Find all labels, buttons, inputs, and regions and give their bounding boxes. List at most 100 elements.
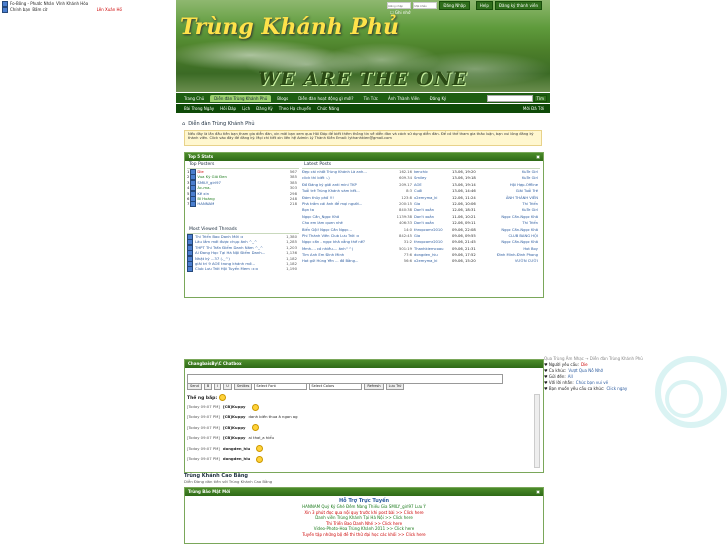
viewed-row[interactable]: Club Lưu Trời Hội Tuyển Mem :x:x 1,190	[187, 266, 299, 272]
italic-button[interactable]: I	[214, 383, 222, 390]
chat-user[interactable]: [CB]Kuppy	[223, 423, 246, 433]
poster-username[interactable]: Ác-ma-	[197, 185, 210, 190]
search-button[interactable]: Tìm	[533, 94, 547, 102]
chat-text: danh biến thua ả ngon ag	[248, 414, 298, 420]
poster-name: 7 HANNAM	[187, 201, 214, 207]
color-select[interactable]: Select Colors	[309, 383, 363, 390]
smiley-icon	[218, 394, 226, 401]
home-icon[interactable]: ⌂	[182, 121, 185, 127]
widget-value[interactable]: Chúc bạn vui vẻ	[576, 380, 608, 385]
chat-scrollbar[interactable]	[534, 394, 540, 468]
tab-register[interactable]: Đăng Ký	[426, 95, 451, 102]
poster-username[interactable]: SMILY_girl97	[197, 180, 221, 185]
chat-user[interactable]: [CB]Kuppy	[223, 412, 246, 422]
poster-username[interactable]: Die	[197, 169, 203, 174]
chat-message: [Today 09:07 PM] [CB]Kuppy	[187, 423, 537, 433]
poster-username[interactable]: Bí Hoàng	[197, 196, 214, 201]
chat-time: [Today 09:07 PM]	[187, 424, 220, 430]
viewed-thread-title[interactable]: Lâu lắm mới được chụp ảnh ^_^	[195, 239, 257, 244]
tab-home[interactable]: Trang Chủ	[180, 95, 208, 102]
send-button[interactable]: Send	[187, 383, 202, 390]
poster-username[interactable]: Kê xin	[197, 191, 209, 196]
chat-message: [Today 09:07 PM] [CB]Kuppy ai thơi_a hiểu	[187, 433, 537, 443]
refresh-button[interactable]: Refresh	[364, 383, 384, 390]
smiley-icon	[251, 403, 259, 411]
chat-user[interactable]: dongden_hiu	[223, 444, 250, 454]
register-button[interactable]: Đăng ký thành viên	[494, 1, 542, 10]
status-line1-right: Vĩnh Khánh Hòa	[56, 1, 89, 6]
help-button[interactable]: Help	[475, 1, 493, 10]
subnav-register[interactable]: Đăng Ký	[256, 106, 273, 111]
latest-post-title[interactable]: Hot gửi Hùng Yên ... đồ Bằng...	[302, 258, 388, 264]
latest-post-user[interactable]: x2emyma_ki	[414, 258, 452, 264]
widget-value[interactable]: All	[568, 374, 573, 379]
tab-member-photos[interactable]: Ảnh Thành Viên	[384, 95, 424, 102]
widget-value[interactable]: Click ngay	[607, 386, 628, 391]
chat-message: [Today 09:07 PM] [CB]Kuppy danh biến thua …	[187, 412, 537, 422]
tab-news[interactable]: Tin Tức	[360, 95, 382, 102]
chat-time: [Today 09:07 PM]	[187, 404, 220, 409]
subnav-faq[interactable]: Hỏi Đáp	[220, 106, 236, 111]
remember-me[interactable]: ☐ Ghi nhớ	[390, 10, 410, 15]
history-button[interactable]: Lưu Trữ	[385, 383, 405, 390]
nav-search: Tìm	[486, 94, 550, 102]
folder-icon	[2, 7, 8, 13]
panel-header: Top 5 Stats ▣	[185, 153, 543, 161]
widget-value[interactable]: Vượt Qua Nỗ Nhớ	[568, 368, 603, 373]
latest-post-row[interactable]: Hot gửi Hùng Yên ... đồ Bằng... 56:6 x2emy…	[302, 258, 540, 264]
latest-posts-header: Latest Posts	[302, 161, 540, 169]
chat-user[interactable]: dongden_hiu	[223, 454, 250, 464]
bold-button[interactable]: B	[203, 383, 213, 390]
latest-post-forum[interactable]: VƯỜN CƯỜI	[480, 258, 538, 264]
poster-rank: 6	[187, 195, 190, 201]
chatbox-header: ChangbaisBy\C Chatbox	[185, 360, 543, 368]
site-title[interactable]: Trùng Khánh Phủ	[180, 14, 399, 40]
subnav-new-posts[interactable]: Mới Đã Tới	[523, 106, 550, 111]
widget-value[interactable]: Die	[581, 362, 588, 367]
subnav-calendar[interactable]: Lịch	[242, 106, 250, 111]
breadcrumb-link[interactable]: Diễn đàn Trùng Khánh Phủ	[188, 121, 254, 127]
chat-user[interactable]: [CB]Kuppy	[223, 433, 246, 443]
notice-text: Nếu đây là lần đầu tiên bạn tham gia diễ…	[188, 132, 534, 141]
support-link[interactable]: Tuyển tập những bộ đề thi thử đại học cá…	[185, 532, 543, 538]
status-line2-mid: Bấm cờ	[32, 7, 48, 12]
status-line2-left: Chính bạn	[10, 7, 31, 12]
smilies-button[interactable]: Smilies	[233, 383, 253, 390]
status-box: Fo-Bông - Phước Nhân Vĩnh Khánh Hòa Chín…	[2, 1, 122, 13]
viewed-thread-title[interactable]: THPT Thi Trấn Điểm Danh Năm ^_^	[195, 245, 263, 250]
chat-message: [Today 09:07 PM] dongden_hiu	[187, 454, 537, 464]
poster-rank: 3	[187, 179, 190, 185]
subnav-tools[interactable]: Chức Năng	[317, 106, 339, 111]
site-slogan: WE ARE THE ONE	[258, 68, 468, 90]
collapse-icon[interactable]: ▣	[536, 154, 540, 160]
viewed-thread-title[interactable]: Club Lưu Trời Hội Tuyển Mem :x:x	[195, 266, 258, 271]
chat-user[interactable]: [CB]Kuppy	[223, 402, 246, 412]
viewed-thread-title[interactable]: Ai Đang Học Tại Hà Nội Điểm Danh...	[195, 250, 265, 255]
viewed-thread-title[interactable]: Nhật ký ...37 (-_^)	[195, 256, 230, 261]
subnav-today[interactable]: Bài Trong Ngày	[184, 106, 214, 111]
chat-time: [Today 09:07 PM]	[187, 435, 220, 441]
subnav-forums[interactable]: Theo Hạ chuyển	[279, 106, 312, 111]
search-input[interactable]	[486, 94, 533, 102]
poster-username[interactable]: Vua Kỳ Gió Đen	[197, 174, 226, 179]
font-select[interactable]: Select Font	[254, 383, 308, 390]
underline-button[interactable]: U	[223, 383, 232, 390]
viewed-count: 1,190	[286, 266, 297, 272]
tab-blogs[interactable]: Blogs	[273, 95, 292, 102]
poster-rank: 2	[187, 174, 190, 180]
login-button[interactable]: Đăng Nhập	[439, 1, 470, 10]
tab-forum[interactable]: Diễn đàn Trùng Khánh Phủ	[210, 94, 272, 102]
collapse-icon[interactable]: ▣	[536, 489, 540, 495]
poster-username[interactable]: HANNAM	[197, 201, 214, 206]
password-input[interactable]	[413, 2, 438, 9]
support-header: Trùng Bảo Mật Mới ▣	[185, 488, 543, 496]
chat-message: [Today 09:07 PM] [CB]Kuppy	[187, 402, 537, 412]
poster-row[interactable]: 7 HANNAM 218	[187, 201, 299, 207]
checkbox-icon[interactable]: ☐	[390, 10, 394, 15]
viewed-thread-title[interactable]: Thi Triển Bao Danh Mới :x	[195, 234, 243, 239]
tab-whats-new[interactable]: Diễn đàn hoạt động gì mới?	[294, 95, 357, 102]
viewed-thread-title[interactable]: giải trí 9 AOE trong khánh mở...	[195, 261, 255, 266]
username-input[interactable]	[387, 2, 412, 9]
chat-time: [Today 09:07 PM]	[187, 414, 220, 420]
music-request-widget: Qua Trùng Âm Nhạc → Diễn đàn Trùng Khánh…	[544, 356, 727, 406]
